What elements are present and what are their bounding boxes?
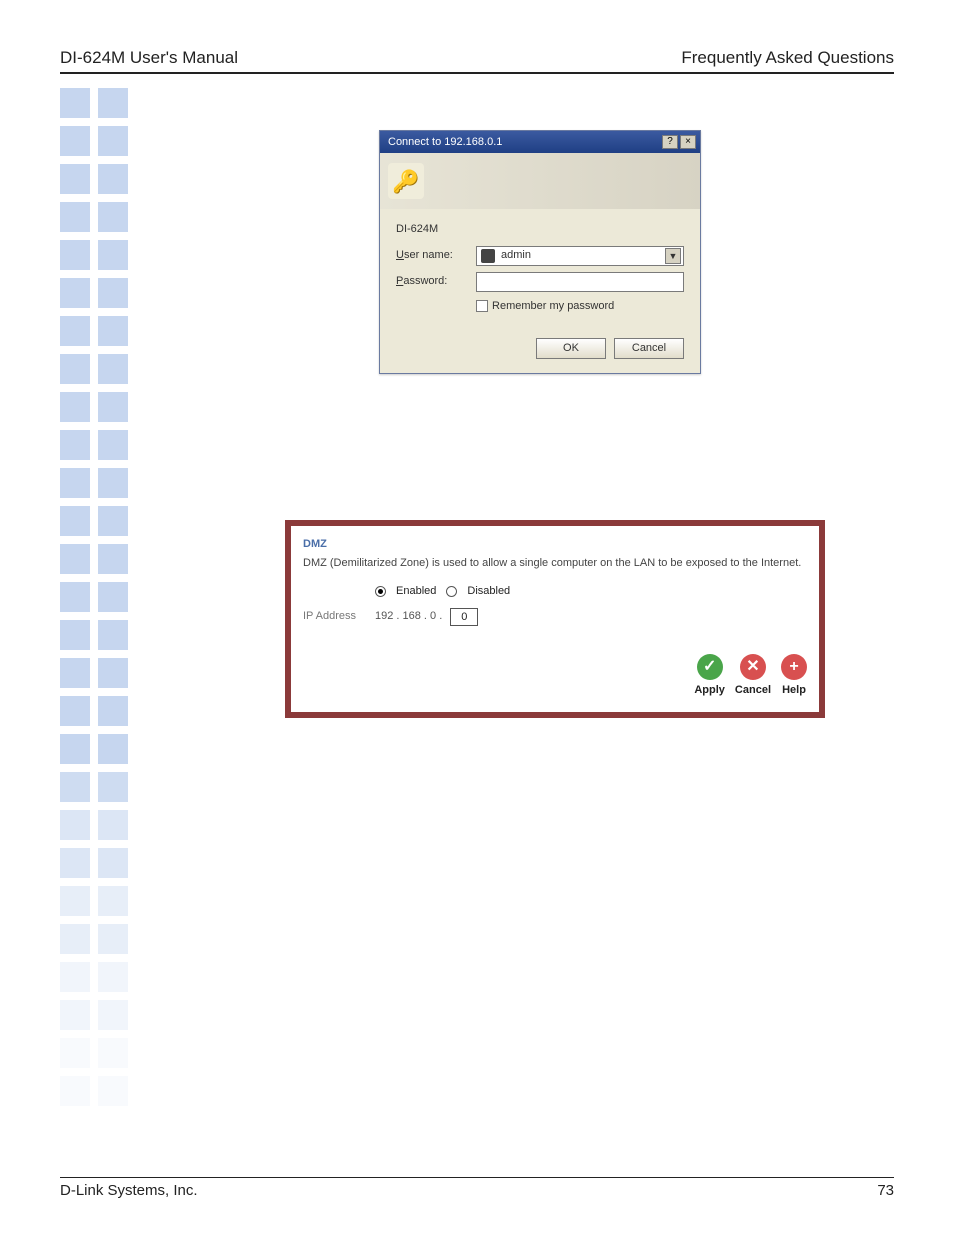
password-label: Password: [396, 273, 476, 290]
help-icon[interactable]: ? [662, 135, 678, 149]
apply-button[interactable]: Apply [694, 682, 725, 699]
cancel-icon[interactable]: ✕ [740, 654, 766, 680]
dmz-disabled-radio[interactable] [446, 586, 457, 597]
dmz-description: DMZ (Demilitarized Zone) is used to allo… [303, 555, 807, 572]
ip-prefix: 192 . 168 . 0 . [375, 608, 442, 625]
close-icon[interactable]: × [680, 135, 696, 149]
ip-address-label: IP Address [303, 608, 367, 625]
dialog-body: DI-624M User name: admin ▼ Password: [380, 209, 700, 373]
ok-button[interactable]: OK [536, 338, 606, 359]
dialog-realm: DI-624M [396, 221, 684, 238]
cancel-button[interactable]: Cancel [735, 682, 771, 699]
dialog-title-bar: Connect to 192.168.0.1 ? × [380, 131, 700, 153]
remember-label: Remember my password [492, 298, 614, 315]
step1-section: Connect to 192.168.0.1 ? × 🔑 DI-624M Use… [240, 100, 840, 374]
dmz-title: DMZ [303, 536, 807, 553]
header-left: DI-624M User's Manual [60, 48, 238, 68]
decorative-side-bar [60, 88, 170, 1106]
dmz-panel: DMZ DMZ (Demilitarized Zone) is used to … [285, 520, 825, 718]
help-button[interactable]: Help [781, 682, 807, 699]
remember-checkbox[interactable] [476, 300, 488, 312]
login-dialog: Connect to 192.168.0.1 ? × 🔑 DI-624M Use… [379, 130, 701, 374]
apply-icon[interactable]: ✓ [697, 654, 723, 680]
footer-left: D-Link Systems, Inc. [60, 1182, 198, 1199]
page-header: DI-624M User's Manual Frequently Asked Q… [60, 48, 894, 74]
username-field[interactable]: admin ▼ [476, 246, 684, 266]
chevron-down-icon[interactable]: ▼ [665, 248, 681, 264]
username-label: User name: [396, 247, 476, 264]
password-field[interactable] [476, 272, 684, 292]
header-right: Frequently Asked Questions [681, 48, 894, 68]
dialog-title-text: Connect to 192.168.0.1 [388, 134, 502, 151]
ip-last-octet-input[interactable]: 0 [450, 608, 478, 626]
dmz-disabled-label: Disabled [467, 583, 510, 600]
dialog-banner: 🔑 [380, 153, 700, 209]
page-footer: D-Link Systems, Inc. 73 [60, 1177, 894, 1199]
help-icon-dmz[interactable]: + [781, 654, 807, 680]
page-number: 73 [877, 1182, 894, 1199]
keys-icon: 🔑 [388, 163, 424, 199]
username-value: admin [501, 247, 531, 264]
user-icon [481, 249, 495, 263]
step2-section: DMZ DMZ (Demilitarized Zone) is used to … [240, 480, 870, 718]
dmz-enabled-label: Enabled [396, 583, 436, 600]
cancel-button[interactable]: Cancel [614, 338, 684, 359]
dmz-enabled-radio[interactable] [375, 586, 386, 597]
